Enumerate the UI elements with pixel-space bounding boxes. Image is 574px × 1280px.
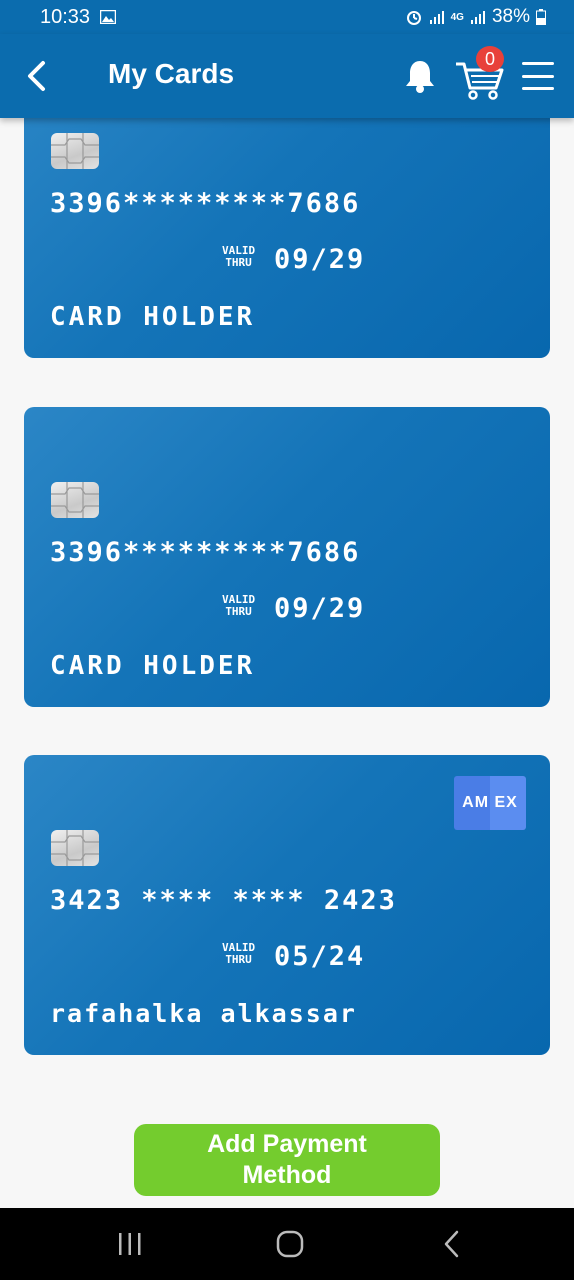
payment-card[interactable]: AM EX 3423 **** **** 2423 VALID THRU 05/… <box>24 755 550 1055</box>
card-holder: CARD HOLDER <box>50 651 256 681</box>
status-right: 4G 38% <box>405 6 546 28</box>
valid-thru-label: VALID THRU <box>222 593 256 618</box>
chip-icon <box>51 830 99 866</box>
app-bar: My Cards 0 <box>0 34 574 118</box>
add-payment-label-line2: Method <box>242 1161 332 1189</box>
recent-apps-icon <box>119 1233 141 1255</box>
home-icon <box>276 1230 304 1258</box>
menu-button[interactable] <box>522 62 554 90</box>
battery-percent: 38% <box>491 6 530 27</box>
bell-icon <box>406 61 434 93</box>
amex-logo: AM EX <box>454 776 526 830</box>
cart-badge: 0 <box>476 46 504 72</box>
add-payment-method-button[interactable]: Add Payment Method <box>134 1124 440 1196</box>
page-title: My Cards <box>108 58 235 89</box>
card-holder: rafahalka alkassar <box>50 999 357 1028</box>
card-number: 3423 **** **** 2423 <box>50 885 397 916</box>
system-nav-bar <box>0 1208 574 1280</box>
card-expiry: 09/29 <box>274 244 366 275</box>
signal-icon <box>429 9 445 25</box>
battery-icon <box>536 9 546 25</box>
nav-back-icon <box>444 1230 459 1258</box>
status-left: 10:33 <box>40 5 117 29</box>
recent-apps-button[interactable] <box>110 1228 150 1260</box>
back-arrow-icon <box>28 61 45 91</box>
card-expiry: 09/29 <box>274 593 366 624</box>
payment-card[interactable]: 3396*********7686 VALID THRU 09/29 CARD … <box>24 407 550 707</box>
nav-back-button[interactable] <box>432 1228 472 1260</box>
menu-icon <box>522 62 554 65</box>
notifications-button[interactable] <box>402 56 438 96</box>
back-button[interactable] <box>18 56 54 96</box>
chip-icon <box>51 133 99 169</box>
valid-thru-label: VALID THRU <box>222 941 256 966</box>
card-holder: CARD HOLDER <box>50 302 256 332</box>
card-expiry: 05/24 <box>274 941 366 972</box>
cart-button[interactable]: 0 <box>454 46 506 100</box>
card-number: 3396*********7686 <box>50 537 361 568</box>
network-type: 4G <box>450 11 464 23</box>
image-icon <box>100 10 117 24</box>
signal-icon <box>470 9 486 25</box>
add-payment-label-line1: Add Payment <box>207 1130 367 1158</box>
home-button[interactable] <box>270 1228 310 1260</box>
alarm-icon <box>405 8 423 26</box>
status-bar: 10:33 4G 38% <box>0 0 574 34</box>
valid-thru-label: VALID THRU <box>222 244 256 269</box>
chip-icon <box>51 482 99 518</box>
card-number: 3396*********7686 <box>50 188 361 219</box>
status-time: 10:33 <box>40 5 91 28</box>
